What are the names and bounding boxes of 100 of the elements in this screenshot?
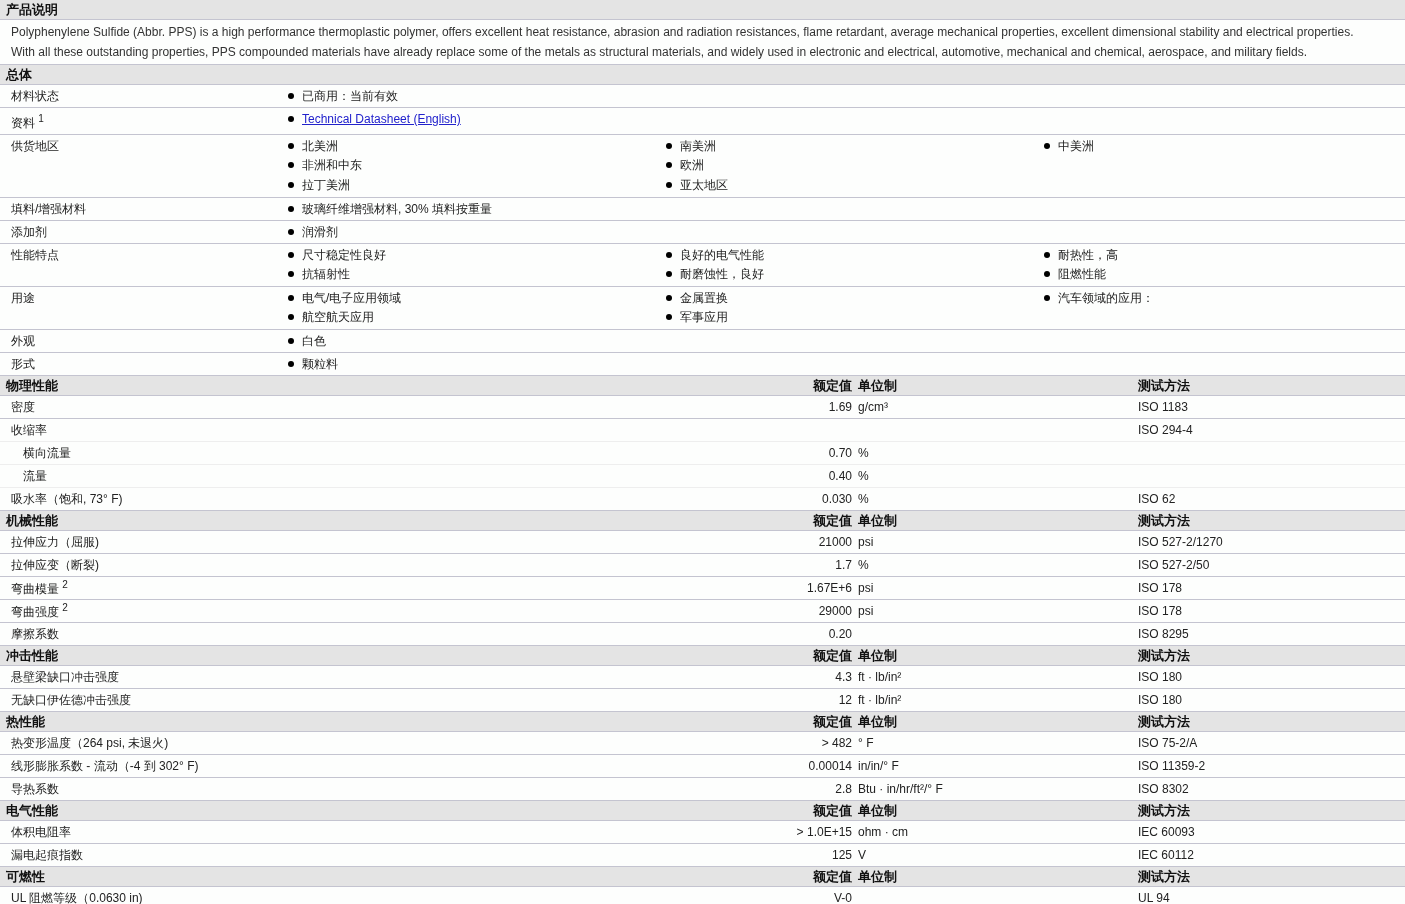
- property-value: 耐热性，高: [1058, 247, 1118, 264]
- bullet-icon: [666, 314, 672, 320]
- test-method: ISO 178: [1138, 604, 1183, 618]
- column-header: 测试方法: [1137, 712, 1191, 731]
- column-header: 测试方法: [1137, 646, 1191, 665]
- test-method: ISO 527-2/50: [1138, 558, 1210, 572]
- property-value: 抗辐射性: [302, 266, 350, 283]
- property-label: 无缺口伊佐德冲击强度: [11, 692, 131, 707]
- property-value: 0.20: [828, 627, 852, 641]
- unit-text: psi: [858, 535, 874, 549]
- property-value: 良好的电气性能: [680, 247, 764, 264]
- column-header: 额定值: [812, 646, 852, 665]
- property-label: 吸水率（饱和, 73° F): [11, 491, 123, 506]
- test-method: IEC 60093: [1138, 825, 1195, 839]
- unit-text: ft · lb/in²: [858, 693, 902, 707]
- column-header: 单位制: [857, 376, 898, 395]
- unit-text: psi: [858, 604, 874, 618]
- unit-text: %: [858, 492, 869, 506]
- column-header: 单位制: [857, 867, 898, 886]
- property-label: 热变形温度（264 psi, 未退火): [11, 735, 169, 750]
- bullet-icon: [666, 252, 672, 258]
- property-value: 北美洲: [302, 138, 338, 155]
- property-label: 摩擦系数: [11, 626, 59, 641]
- test-method: UL 94: [1138, 891, 1170, 904]
- test-method: ISO 11359-2: [1138, 759, 1206, 773]
- property-label: 弯曲强度 $^{2}$: [11, 604, 68, 619]
- unit-text: g/cm³: [858, 400, 888, 414]
- property-value: 亚太地区: [680, 177, 728, 194]
- property-label: 拉伸应力（屈服): [11, 534, 99, 549]
- property-label: 导热系数: [11, 781, 59, 796]
- unit-text: %: [858, 469, 869, 483]
- unit-text: V: [858, 848, 866, 862]
- test-method: ISO 527-2/1270: [1138, 535, 1223, 549]
- section-title: 热性能: [6, 712, 46, 731]
- unit-text: in/in/° F: [858, 759, 899, 773]
- bullet-icon: [288, 182, 294, 188]
- column-header: 测试方法: [1137, 801, 1191, 820]
- property-label: 填料/增强材料: [11, 202, 87, 216]
- property-value: 1.67E+6: [806, 581, 852, 595]
- column-header: 单位制: [857, 511, 898, 530]
- property-value: 125: [831, 848, 852, 862]
- property-label: 密度: [11, 399, 35, 414]
- property-value: 阻燃性能: [1058, 266, 1106, 283]
- property-value: > 1.0E+15: [796, 825, 852, 839]
- section-title: 总体: [6, 65, 32, 84]
- bullet-icon: [1044, 271, 1050, 277]
- property-value: 12: [838, 693, 852, 707]
- property-label: 外观: [11, 334, 35, 348]
- property-value: 颗粒料: [302, 356, 338, 373]
- bullet-icon: [288, 143, 294, 149]
- bullet-icon: [666, 295, 672, 301]
- property-value: > 482: [821, 736, 852, 750]
- property-value: 润滑剂: [302, 224, 338, 241]
- unit-text: ° F: [858, 736, 874, 750]
- bullet-icon: [288, 162, 294, 168]
- test-method: ISO 180: [1138, 670, 1183, 684]
- property-value: 0.40: [828, 469, 852, 483]
- test-method: ISO 62: [1138, 492, 1176, 506]
- column-header: 额定值: [812, 867, 852, 886]
- test-method: ISO 75-2/A: [1138, 736, 1198, 750]
- property-value: 中美洲: [1058, 138, 1094, 155]
- property-label: 添加剂: [11, 225, 47, 239]
- property-label: 线形膨胀系数 - 流动（-4 到 302° F): [11, 758, 199, 773]
- unit-text: Btu · in/hr/ft²/° F: [858, 782, 943, 796]
- description-text: With all these outstanding properties, PPS compounded materials have already replace some of the metals as structural materials, and widely used in electronic and electrical, automotive, mechanical and chemical, aerospace, and military fields.: [11, 44, 1308, 61]
- column-header: 测试方法: [1137, 511, 1191, 530]
- property-value: 0.030: [821, 492, 852, 506]
- section-title: 可燃性: [6, 867, 46, 886]
- property-label: 形式: [11, 357, 35, 371]
- column-header: 测试方法: [1137, 867, 1191, 886]
- property-value: 拉丁美洲: [302, 177, 350, 194]
- test-method: ISO 180: [1138, 693, 1183, 707]
- bullet-icon: [288, 338, 294, 344]
- test-method: ISO 294-4: [1138, 423, 1193, 437]
- property-label: UL 阻燃等级（0.0630 in): [11, 890, 143, 904]
- property-label: 流量: [23, 468, 47, 483]
- column-header: 额定值: [812, 801, 852, 820]
- property-value: 29000: [818, 604, 852, 618]
- bullet-icon: [288, 229, 294, 235]
- property-label: 漏电起痕指数: [11, 847, 83, 862]
- test-method: IEC 60112: [1138, 848, 1194, 862]
- property-value: 已商用：当前有效: [302, 88, 398, 105]
- property-value: 0.00014: [808, 759, 852, 773]
- test-method: ISO 8295: [1138, 627, 1189, 641]
- unit-text: %: [858, 558, 869, 572]
- property-label: 供货地区: [11, 139, 59, 153]
- bullet-icon: [288, 93, 294, 99]
- column-header: 单位制: [857, 712, 898, 731]
- datasheet-link[interactable]: Technical Datasheet (English): [302, 110, 461, 128]
- property-value: 0.70: [828, 446, 852, 460]
- property-value: 汽车领域的应用：: [1058, 290, 1154, 307]
- section-title: 冲击性能: [6, 646, 59, 665]
- property-label: 资料 $^{1}$: [11, 116, 44, 130]
- bullet-icon: [288, 116, 294, 122]
- property-value: 军事应用: [680, 309, 728, 326]
- property-label: 收缩率: [11, 422, 47, 437]
- unit-text: ft · lb/in²: [858, 670, 902, 684]
- property-value: 非洲和中东: [302, 157, 362, 174]
- section-title: 电气性能: [6, 801, 59, 820]
- property-value: 金属置换: [680, 290, 728, 307]
